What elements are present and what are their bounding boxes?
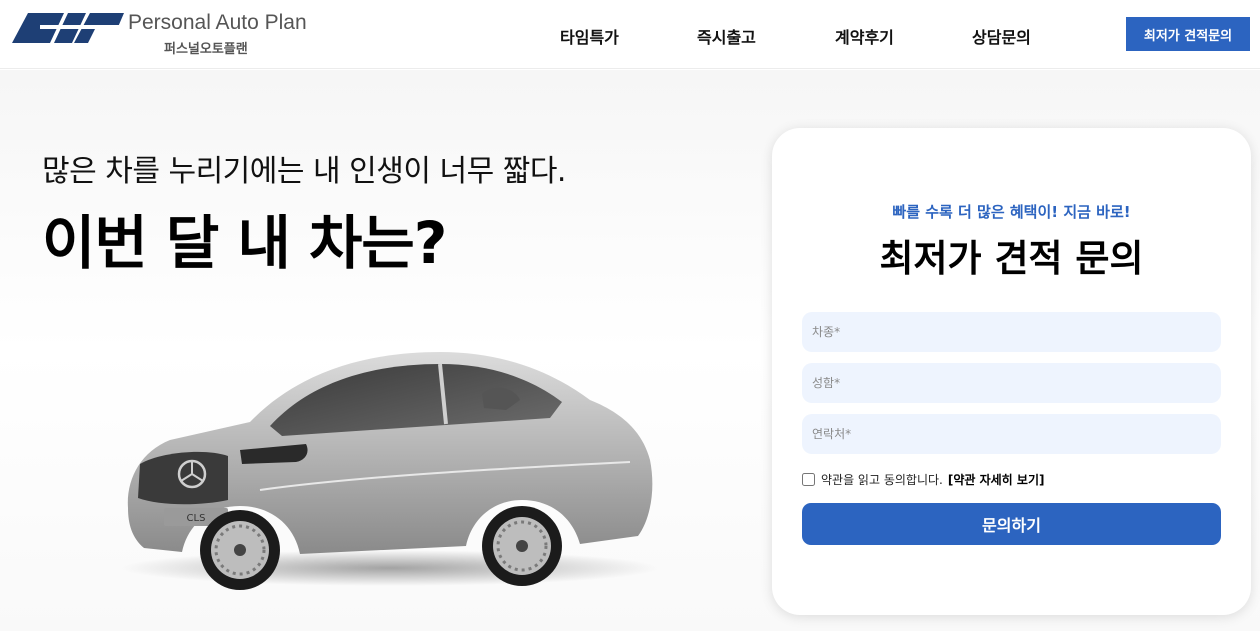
form-eyebrow: 빠를 수록 더 많은 혜택이! 지금 바로! — [892, 203, 1131, 221]
brand-name-en: Personal Auto Plan — [128, 11, 307, 34]
nav-item-time-special[interactable]: 타임특가 — [560, 24, 619, 48]
quote-form-card: 빠를 수록 더 많은 혜택이! 지금 바로! 최저가 견적 문의 약관을 읽고 … — [772, 128, 1251, 615]
brand-name-ko: 퍼스널오토플랜 — [164, 42, 248, 57]
terms-detail-link[interactable]: [약관 자세히 보기] — [948, 471, 1045, 488]
hero-title: 이번 달 내 차는? — [42, 209, 447, 277]
submit-inquiry-button[interactable]: 문의하기 — [802, 503, 1221, 545]
car-model-input[interactable] — [802, 312, 1221, 352]
nav-item-contract-reviews[interactable]: 계약후기 — [835, 24, 894, 48]
terms-label: 약관을 읽고 동의합니다. — [821, 472, 943, 487]
quote-inquiry-button[interactable]: 최저가 견적문의 — [1126, 17, 1250, 51]
site-header: Personal Auto Plan 퍼스널오토플랜 타임특가 즉시출고 계약후… — [0, 0, 1260, 69]
name-input[interactable] — [802, 363, 1221, 403]
form-title: 최저가 견적 문의 — [879, 237, 1144, 280]
car-image: CLS — [110, 340, 670, 590]
pap-logo-icon — [12, 13, 124, 43]
hero-subtitle: 많은 차를 누리기에는 내 인생이 너무 짧다. — [42, 154, 566, 189]
terms-checkbox[interactable] — [802, 472, 815, 486]
logo-link[interactable]: Personal Auto Plan 퍼스널오토플랜 — [12, 11, 312, 61]
phone-input[interactable] — [802, 414, 1221, 454]
nav-item-instant-release[interactable]: 즉시출고 — [697, 24, 756, 48]
terms-agreement: 약관을 읽고 동의합니다. [약관 자세히 보기] — [802, 470, 1044, 488]
nav-item-consultation[interactable]: 상담문의 — [972, 24, 1031, 48]
car-badge: CLS — [187, 513, 206, 524]
